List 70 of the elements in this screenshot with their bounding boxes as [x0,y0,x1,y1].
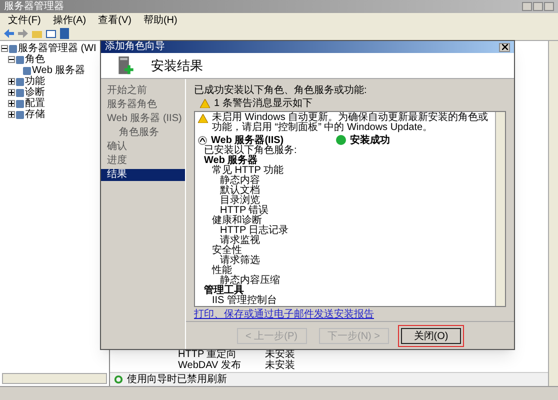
result-detail: 请求监视 [220,235,260,246]
wizard-step[interactable]: 开始之前 [101,85,185,97]
window-title: 服务器管理器 [4,2,64,12]
tree-item[interactable]: 服务器管理器 (WI [18,44,96,54]
refresh-notice: 使用向导时已禁用刷新 [127,372,227,387]
expander-icon[interactable] [8,100,15,107]
forward-arrow-icon[interactable] [18,29,28,38]
result-detail: 管理工具 [204,285,244,296]
role-service-status: 未安装 [265,360,295,371]
intro-text: 已成功安装以下角色、角色服务或功能: [194,85,368,97]
tree-item[interactable]: 配置 [25,98,45,108]
wizard-step[interactable]: 角色服务 [101,127,185,139]
result-detail: 常见 HTTP 功能 [212,165,284,176]
warning-summary: 1 条警告消息显示如下 [214,96,312,110]
back-arrow-icon[interactable] [4,29,14,38]
vertical-scrollbar[interactable] [495,112,505,306]
menu-item[interactable]: 查看(V) [98,12,132,28]
server-install-icon [117,54,135,76]
result-detail: 默认文档 [220,185,260,196]
menu-item[interactable]: 操作(A) [52,12,86,28]
tree-item[interactable]: 功能 [25,76,45,86]
node-icon [16,88,24,96]
menu-item[interactable]: 文件(F) [8,12,41,28]
result-detail: IIS 管理控制台 [212,295,278,306]
wizard-step[interactable]: 确认 [101,141,185,153]
result-detail: HTTP 日志记录 [220,225,289,236]
tree-item[interactable]: 角色 [25,54,45,64]
expander-icon[interactable] [8,89,15,96]
dialog-title: 添加角色向导 [105,42,165,52]
node-icon [16,78,24,86]
result-detail: 静态内容压缩 [220,275,280,286]
wizard-step[interactable]: Web 服务器 (IIS) [101,113,185,125]
tree-item[interactable]: Web 服务器 [32,66,86,76]
menu-item[interactable]: 帮助(H) [143,12,178,28]
expander-icon[interactable] [8,56,15,63]
vertical-scrollbar[interactable] [548,41,558,386]
result-detail: 健康和诊断 [212,215,262,226]
collapse-icon[interactable] [198,136,207,144]
result-detail: Web 服务器 [204,155,258,166]
wizard-button[interactable]: 关闭(O) [401,328,461,344]
role-service-name: WebDAV 发布 [178,360,242,371]
expander-icon[interactable] [8,78,15,85]
expander-icon[interactable] [1,45,8,52]
close-button[interactable] [499,42,510,52]
role-name: Web 服务器(IIS) [211,134,284,146]
dialog-heading: 安装结果 [151,56,203,75]
wizard-step[interactable]: 进度 [101,155,185,167]
node-icon [23,66,31,74]
wizard-step[interactable]: 服务器角色 [101,99,185,111]
node-icon [9,44,17,52]
result-detail: 已安装以下角色服务: [204,145,297,156]
horizontal-scrollbar[interactable] [2,373,107,384]
tree-item[interactable]: 诊断 [25,88,45,98]
result-detail: 目录浏览 [220,195,260,206]
result-detail: 请求筛选 [220,255,260,266]
expander-icon[interactable] [8,111,15,118]
window-icon[interactable] [46,28,56,38]
tree-item[interactable]: 存储 [25,110,45,120]
result-detail: 静态内容 [220,175,260,186]
result-detail: 性能 [212,265,232,276]
result-detail: 安全性 [212,245,242,256]
node-icon [16,110,24,118]
success-check-icon [336,135,346,145]
refresh-icon [114,375,123,384]
result-detail: HTTP 错误 [220,205,269,216]
report-link[interactable]: 打印、保存或通过电子邮件发送安装报告 [194,309,506,321]
install-status: 安装成功 [350,133,390,148]
wizard-step[interactable]: 结果 [101,169,185,181]
node-icon [16,100,24,108]
node-icon [16,56,24,64]
